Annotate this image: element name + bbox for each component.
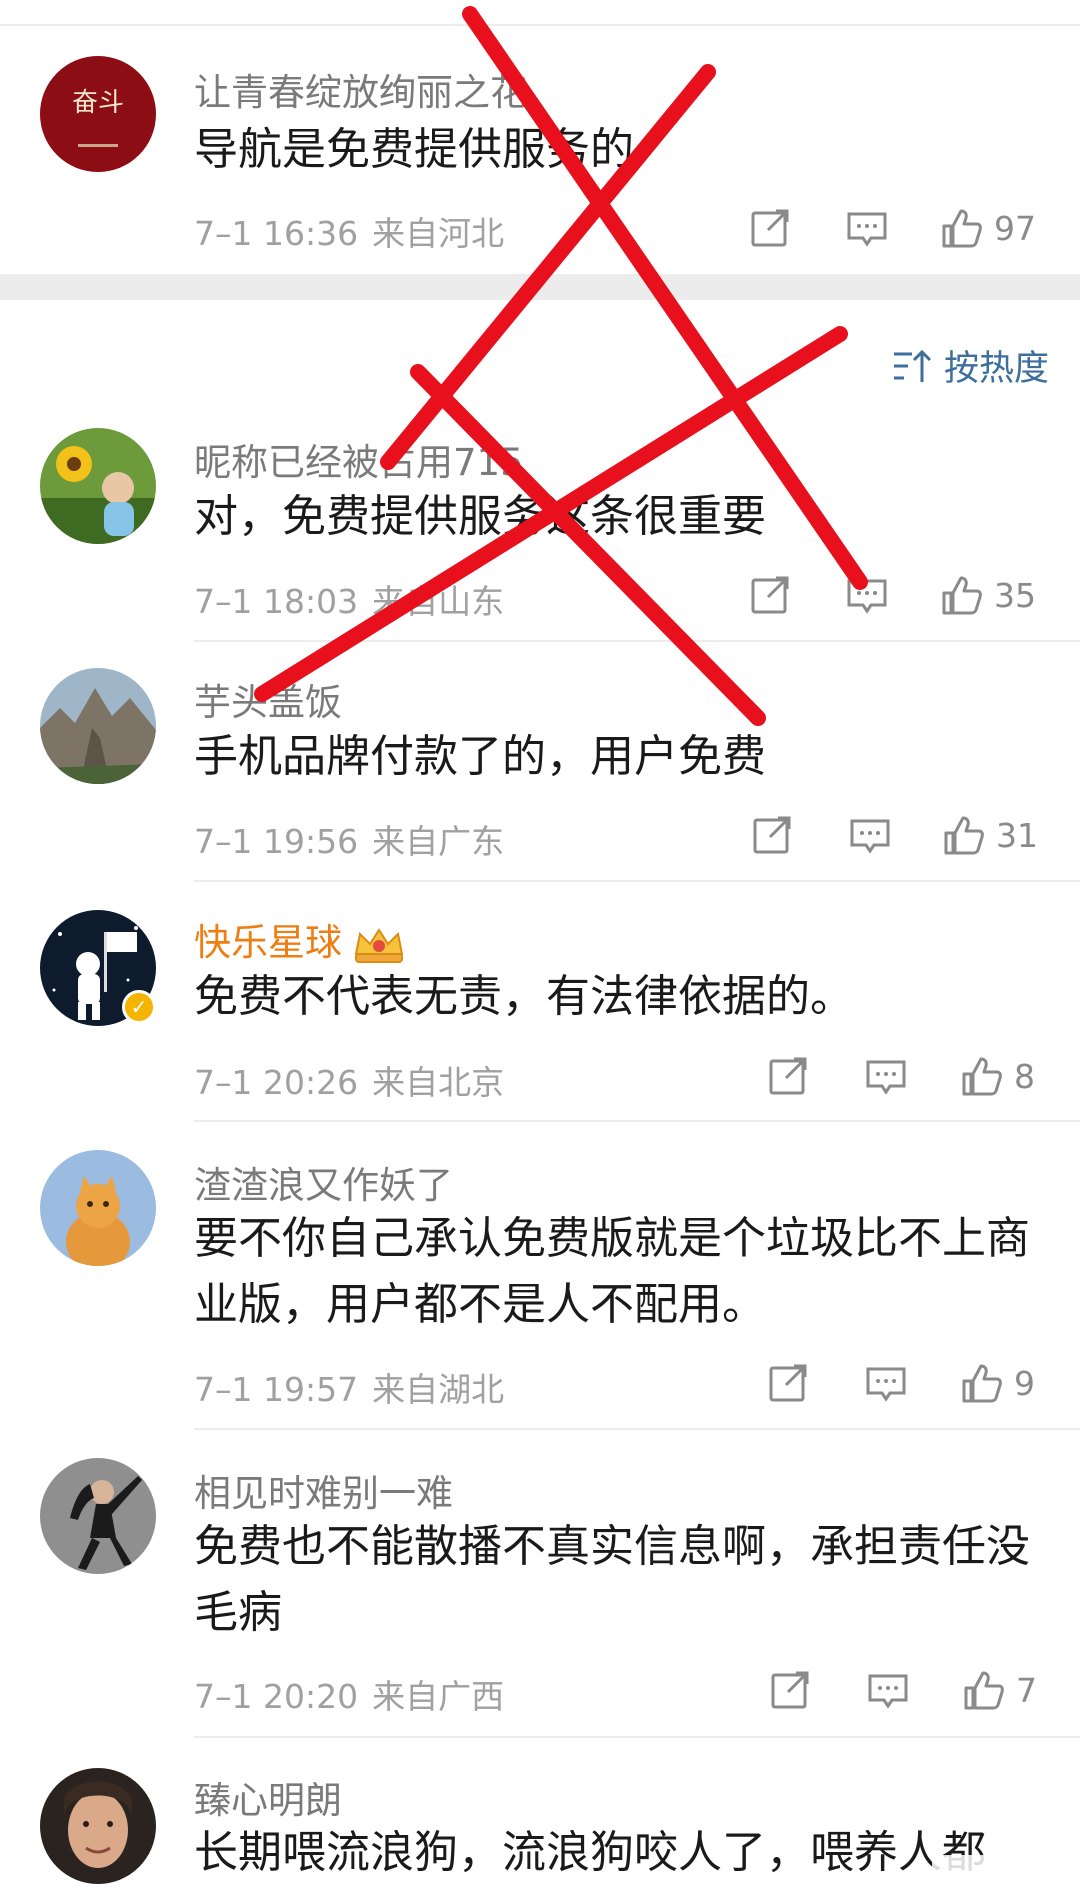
share-icon [751, 576, 789, 614]
comment-icon [850, 819, 890, 854]
comment-actions: 35 [0, 570, 1080, 620]
share-icon [771, 1671, 809, 1709]
share-icon [769, 1364, 807, 1402]
like-button[interactable]: 9 [960, 1358, 1035, 1408]
section-separator [0, 274, 1080, 300]
share-button[interactable] [766, 1051, 810, 1101]
username-text: 快乐星球 [194, 921, 342, 964]
sort-icon [894, 349, 932, 382]
avatar[interactable]: 奋斗 [40, 56, 156, 172]
share-button[interactable] [750, 810, 794, 860]
comment-actions: 8 [0, 1051, 1080, 1101]
like-button[interactable]: 31 [942, 810, 1038, 860]
comment-actions: 97 [0, 203, 1080, 253]
watermark [932, 1855, 1062, 1887]
comment-text: 长期喂流浪狗，流浪狗咬人了，喂养人都 [194, 1827, 986, 1878]
thumbs-up-icon [944, 816, 984, 855]
like-count: 7 [1016, 1670, 1037, 1710]
reply-button[interactable] [848, 810, 892, 860]
username[interactable]: 快乐星球 [194, 912, 408, 966]
comment-text: 免费也不能散播不真实信息啊，承担责任没毛病 [194, 1521, 1030, 1638]
comment-icon [868, 1674, 908, 1709]
thumbs-up-icon [964, 1671, 1004, 1710]
share-icon [751, 209, 789, 247]
thumbs-up-icon [962, 1364, 1002, 1403]
comment-text: 导航是免费提供服务的 [194, 124, 634, 175]
share-button[interactable] [748, 203, 792, 253]
top-divider [0, 24, 1080, 26]
comment-actions: 7 [0, 1665, 1080, 1715]
reply-button[interactable] [864, 1051, 908, 1101]
comment-actions: 9 [0, 1358, 1080, 1408]
comment-divider [194, 880, 1080, 882]
like-count: 35 [994, 575, 1036, 615]
like-count: 31 [996, 815, 1038, 855]
avatar[interactable] [40, 428, 156, 544]
share-button[interactable] [766, 1358, 810, 1408]
comment-actions: 31 [0, 810, 1080, 860]
comment-icon [866, 1060, 906, 1095]
username[interactable]: 臻心明朗 [194, 1770, 342, 1824]
comment-text: 手机品牌付款了的，用户免费 [194, 731, 766, 782]
thumbs-up-icon [942, 576, 982, 615]
share-button[interactable] [748, 570, 792, 620]
username[interactable]: 芋头盖饭 [194, 672, 342, 726]
like-count: 8 [1014, 1056, 1035, 1096]
svg-text:奋斗: 奋斗 [72, 88, 124, 118]
like-count: 97 [994, 208, 1036, 248]
vip-crown-icon [354, 927, 404, 963]
reply-button[interactable] [845, 570, 889, 620]
avatar[interactable] [40, 1768, 156, 1884]
comment-divider [194, 640, 1080, 642]
verified-badge: ✓ [122, 990, 156, 1024]
reply-button[interactable] [864, 1358, 908, 1408]
like-button[interactable]: 8 [960, 1051, 1035, 1101]
username[interactable]: 昵称已经被占用715 [194, 432, 524, 486]
share-icon [753, 816, 791, 854]
like-button[interactable]: 7 [962, 1665, 1037, 1715]
comment-divider [194, 1736, 1080, 1738]
sort-label: 按热度 [944, 349, 1050, 389]
comment-icon [847, 212, 887, 247]
like-button[interactable]: 35 [940, 570, 1036, 620]
thumbs-up-icon [962, 1057, 1002, 1096]
reply-button[interactable] [866, 1665, 910, 1715]
comment-text: 要不你自己承认免费版就是个垃圾比不上商业版，用户都不是人不配用。 [194, 1213, 1030, 1330]
reply-button[interactable] [845, 203, 889, 253]
username[interactable]: 让青春绽放绚丽之花 [194, 62, 527, 116]
avatar[interactable] [40, 1150, 156, 1266]
avatar[interactable] [40, 1458, 156, 1574]
comment-text: 免费不代表无责，有法律依据的。 [194, 971, 854, 1022]
avatar[interactable] [40, 668, 156, 784]
share-icon [769, 1057, 807, 1095]
comment-icon [866, 1367, 906, 1402]
like-count: 9 [1014, 1363, 1035, 1403]
share-button[interactable] [768, 1665, 812, 1715]
like-button[interactable]: 97 [940, 203, 1036, 253]
sort-by-hot-button[interactable]: 按热度 [892, 340, 1049, 391]
thumbs-up-icon [942, 209, 982, 248]
comment-divider [194, 1120, 1080, 1122]
comment-icon [847, 579, 887, 614]
username[interactable]: 渣渣浪又作妖了 [194, 1155, 453, 1209]
username[interactable]: 相见时难别一难 [194, 1463, 453, 1517]
comment-divider [194, 1428, 1080, 1430]
comment-text: 对，免费提供服务这条很重要 [194, 491, 766, 542]
